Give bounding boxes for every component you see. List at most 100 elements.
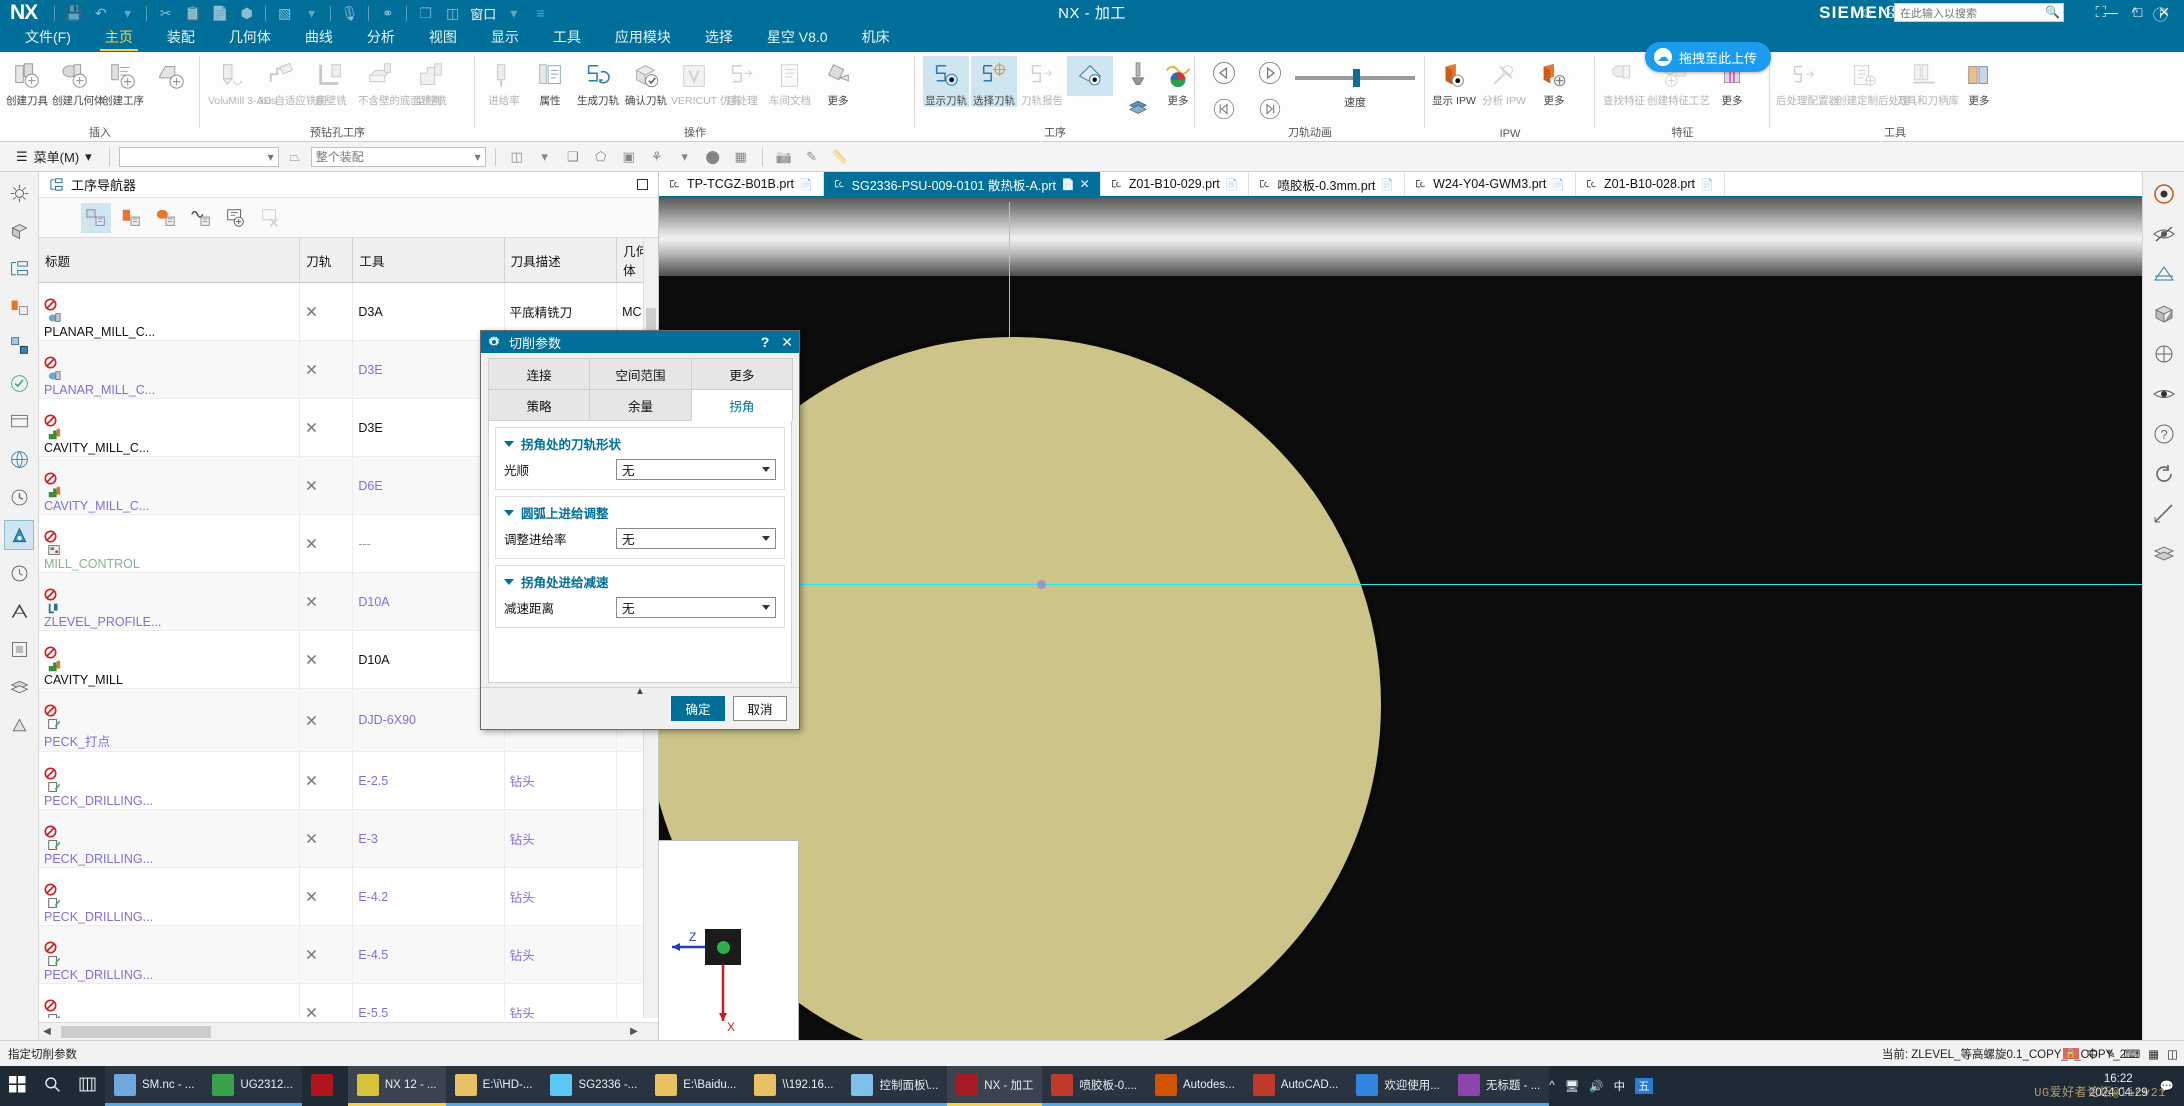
ribbon-tab-3[interactable]: 几何体: [212, 24, 288, 52]
find-feature-button[interactable]: 查找特征: [1601, 56, 1647, 107]
chevron-down-icon[interactable]: ▾: [533, 146, 557, 168]
network-icon[interactable]: 🖥: [1565, 1079, 1580, 1093]
measure-icon[interactable]: 📏: [828, 146, 852, 168]
gear-icon[interactable]: [4, 178, 34, 208]
ribbon-tab-0[interactable]: 文件(F): [8, 24, 88, 52]
dialog-tab-row-1[interactable]: 连接 空间范围 更多: [488, 358, 793, 389]
more-operation-button[interactable]: 更多: [815, 56, 861, 107]
chevron-up-icon[interactable]: ^: [1549, 1080, 1554, 1092]
taskbar-item-2[interactable]: [302, 1066, 348, 1106]
process-studio-icon[interactable]: [4, 520, 34, 550]
help-icon[interactable]: ⓘ: [2153, 4, 2168, 25]
fullscreen-icon[interactable]: ⛶: [2095, 4, 2106, 21]
column-header-3[interactable]: 刀具描述: [504, 238, 618, 283]
field-select[interactable]: 无: [616, 528, 776, 549]
document-tab-3[interactable]: 喷胶板-0.3mm.prt 📄: [1249, 172, 1406, 196]
row-title-cell[interactable]: PECK_DRILLING...: [39, 925, 301, 984]
field-select[interactable]: 无: [616, 597, 776, 618]
scroll-left-button[interactable]: ◀: [39, 1026, 55, 1037]
close-icon[interactable]: ✕: [1080, 177, 1090, 191]
scroll-right-button[interactable]: ▶: [626, 1026, 642, 1037]
datum-icon[interactable]: ⚘: [645, 146, 669, 168]
ribbon-tab-8[interactable]: 工具: [536, 24, 598, 52]
table-row[interactable]: PECK_DRILLING... E-4.2 钻头: [39, 867, 658, 926]
row-title-cell[interactable]: CAVITY_MILL_C...: [39, 398, 301, 457]
taskbar-item-5[interactable]: SG2336 -...: [541, 1066, 647, 1106]
overflow-icon[interactable]: ≡: [527, 1, 554, 25]
ribbon-tab-5[interactable]: 分析: [350, 24, 412, 52]
graphics-viewport[interactable]: Z X: [659, 172, 2142, 1040]
table-row[interactable]: PECK_DRILLING... E-2.5 钻头: [39, 751, 658, 810]
machine-tool-view-button[interactable]: [116, 203, 146, 233]
ime-mode[interactable]: 五: [1635, 1078, 1653, 1094]
dialog-tab-1[interactable]: 空间范围: [589, 358, 692, 389]
document-tab-5[interactable]: Z01-B10-028.prt 📄: [1576, 172, 1725, 196]
program-order-view-button[interactable]: [81, 202, 111, 233]
upload-tooltip-chip[interactable]: ☁ 拖拽至此上传: [1645, 42, 1772, 72]
chevron-up-icon[interactable]: ^: [2131, 4, 2138, 20]
create-tool-button[interactable]: 创建刀具: [4, 56, 50, 107]
generate-toolpath-button[interactable]: 生成刀轨: [575, 56, 621, 107]
render-style-icon[interactable]: [2150, 340, 2178, 368]
feedrate-button[interactable]: 进给率: [481, 56, 527, 107]
taskbar-item-8[interactable]: 控制面板\...: [842, 1066, 948, 1106]
component-icon[interactable]: ▦: [729, 146, 753, 168]
pin-button[interactable]: [637, 179, 648, 190]
keyboard-icon[interactable]: ⌨: [2124, 1047, 2141, 1061]
taskbar-item-11[interactable]: Autodes...: [1145, 1066, 1244, 1106]
layer-icon[interactable]: [4, 672, 34, 702]
roles-icon[interactable]: [4, 596, 34, 626]
create-geometry-button[interactable]: 创建几何体: [52, 56, 105, 107]
paste-icon[interactable]: 📄: [206, 1, 233, 25]
taskbar-item-13[interactable]: 欢迎使用...: [1347, 1066, 1449, 1106]
window-menu-label[interactable]: 窗口: [466, 4, 500, 23]
row-title-cell[interactable]: PECK_DRILLING...: [39, 809, 301, 868]
analyze-ipw-button[interactable]: 分析 IPW: [1481, 56, 1527, 107]
web-browser-icon[interactable]: [4, 444, 34, 474]
status-tray[interactable]: 🔒 中 ✎ ⌨ ▦ ◫: [2063, 1046, 2178, 1062]
window-tile-icon[interactable]: ◫: [439, 1, 466, 25]
quick-access-toolbar[interactable]: NX 💾 ↶ ▾ ✂ 📋 📄 ⬢ ▧ ▾ 🎙 ⚭ ❐ ◫ 窗口 ▾ ≡: [0, 0, 554, 26]
document-tab-0[interactable]: TP-TCGZ-B01B.prt 📄: [659, 172, 824, 196]
hide-icon[interactable]: [2150, 220, 2178, 248]
history-icon[interactable]: [4, 482, 34, 512]
search-button[interactable]: [35, 1066, 70, 1106]
face-icon[interactable]: ▣: [617, 146, 641, 168]
forward-button[interactable]: [1247, 96, 1293, 122]
dialog-close-button[interactable]: ✕: [781, 334, 793, 351]
table-row[interactable]: PECK_DRILLING... E-4.5 钻头: [39, 925, 658, 984]
reuse-library-icon[interactable]: [4, 330, 34, 360]
help-icon[interactable]: ?: [2150, 420, 2178, 448]
geometry-view-button[interactable]: [151, 203, 181, 233]
dialog-tab-row-2[interactable]: 策略 余量 拐角: [488, 389, 793, 421]
window-icon[interactable]: ◫: [2167, 1047, 2178, 1061]
ribbon-tab-4[interactable]: 曲线: [288, 24, 350, 52]
ribbon-tab-1[interactable]: 主页: [88, 24, 150, 52]
taskbar-item-4[interactable]: E:\i\HD-...: [445, 1066, 542, 1106]
sketch-icon[interactable]: ▧: [271, 1, 298, 25]
row-title-cell[interactable]: CAVITY_MILL: [39, 630, 301, 689]
dialog-title-bar[interactable]: 切削参数 ? ✕: [481, 331, 799, 353]
filter-icon[interactable]: ⏢: [283, 146, 307, 168]
speed-slider[interactable]: 速度: [1295, 69, 1415, 110]
cutting-parameters-dialog[interactable]: 切削参数 ? ✕ 连接 空间范围 更多 策略 余量 拐角 拐角处的刀轨形状 光顺无圆弧上进…: [480, 330, 800, 730]
floor-wall-mill-button[interactable]: 底壁铣: [308, 56, 354, 107]
chevron-down-icon[interactable]: [504, 509, 514, 516]
ribbon-tab-bar[interactable]: 文件(F) 主页 装配 几何体 曲线 分析 视图 显示 工具 应用模块 选择 星空 V8.0 机床: [0, 24, 2184, 52]
ok-button[interactable]: 确定: [671, 696, 725, 721]
assembly-scope-combo[interactable]: 整个装配 ▾: [310, 146, 486, 167]
shaded-view-icon[interactable]: [2150, 300, 2178, 328]
section-icon[interactable]: [2150, 260, 2178, 288]
floor-no-wall-button[interactable]: 不含壁的底面铣削: [358, 56, 442, 107]
more-ipw-button[interactable]: 更多: [1531, 56, 1577, 107]
column-header-0[interactable]: 标题: [39, 238, 301, 283]
post-configurator-button[interactable]: 后处理配置器: [1776, 56, 1839, 107]
part-navigator-icon[interactable]: [4, 216, 34, 246]
row-title-cell[interactable]: PECK_打点: [39, 688, 301, 752]
row-title-cell[interactable]: PECK_DRILLING...: [39, 983, 301, 1018]
sketch-ref-icon[interactable]: ✎: [800, 146, 824, 168]
dialog-tab2-0[interactable]: 策略: [488, 389, 591, 421]
document-tab-bar[interactable]: TP-TCGZ-B01B.prt 📄 SG2336-PSU-009-0101 散热板…: [659, 172, 2142, 198]
ribbon-tab-12[interactable]: 机床: [845, 24, 907, 52]
verify-toolpath-button[interactable]: 确认刀轨: [623, 56, 669, 107]
